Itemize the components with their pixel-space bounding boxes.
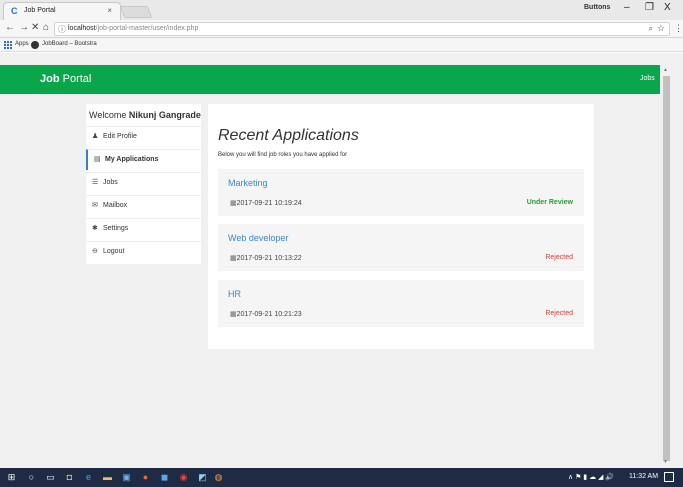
sidebar-item-label: Jobs	[103, 179, 118, 186]
windows-start-icon[interactable]: ⊞	[6, 472, 17, 483]
zoom-icon[interactable]: ⌕	[649, 24, 653, 34]
browser-tab-strip: C Job Portal × Buttons – ❐ X	[0, 0, 683, 20]
status-badge: Rejected	[545, 310, 573, 317]
browser-tab[interactable]: C Job Portal ×	[3, 2, 121, 20]
profile-sidebar: Welcome Nikunj Gangrade ♟ Edit Profile ▤…	[86, 104, 201, 264]
site-navbar: Job Portal Jobs	[0, 65, 660, 94]
loading-icon: C	[11, 6, 18, 16]
task-view-icon[interactable]: ▭	[45, 472, 56, 483]
gear-icon: ✱	[92, 225, 98, 232]
bookmark-favicon-icon	[31, 41, 39, 49]
sidebar-item-label: Edit Profile	[103, 133, 137, 140]
application-date: ▦2017-09-21 10:13:22	[230, 255, 302, 262]
bookmark-star-icon[interactable]: ☆	[657, 23, 665, 34]
th-list-icon: ☰	[92, 179, 99, 186]
sidebar-item-label: My Applications	[105, 156, 159, 163]
maximize-button[interactable]: ❐	[645, 2, 654, 13]
store-icon[interactable]: ◘	[64, 472, 75, 483]
calendar-icon: ▦	[230, 200, 237, 207]
sidebar-item-logout[interactable]: ⊖ Logout	[86, 241, 201, 262]
application-card: HR ▦2017-09-21 10:21:23 Rejected	[218, 280, 584, 327]
minimize-button[interactable]: –	[624, 2, 630, 13]
application-title-link[interactable]: HR	[228, 289, 241, 299]
status-badge: Rejected	[545, 254, 573, 261]
browser-menu-icon[interactable]: ⋮	[674, 23, 683, 34]
back-arrow-icon[interactable]: ←	[5, 22, 15, 33]
app-icon[interactable]: ▣	[121, 472, 132, 483]
sidebar-item-edit-profile[interactable]: ♟ Edit Profile	[86, 126, 201, 147]
bookmarks-bar: Apps JobBoard – Bootstra	[0, 38, 683, 52]
sidebar-item-label: Settings	[103, 225, 129, 232]
tab-title: Job Portal	[24, 7, 56, 14]
close-window-button[interactable]: X	[664, 2, 671, 13]
application-title-link[interactable]: Marketing	[228, 178, 268, 188]
edge-icon[interactable]: e	[83, 472, 94, 483]
clock[interactable]: 11:32 AM	[629, 473, 658, 480]
sidebar-item-settings[interactable]: ✱ Settings	[86, 218, 201, 239]
user-icon: ♟	[92, 133, 99, 140]
logout-icon: ⊖	[92, 248, 98, 255]
close-tab-icon[interactable]: ×	[107, 6, 112, 15]
scrollbar-thumb[interactable]	[663, 76, 670, 461]
application-card: Marketing ▦2017-09-21 10:19:24 Under Rev…	[218, 169, 584, 216]
forward-arrow-icon[interactable]: →	[19, 22, 29, 33]
recent-applications-panel: Recent Applications Below you will find …	[208, 104, 594, 349]
system-tray[interactable]: ∧ ⚑ ▮ ☁ ◢ 🔊	[568, 473, 614, 481]
page-viewport: Job Portal Jobs ▲ ▼ Welcome Nikunj Gangr…	[0, 53, 683, 468]
profile-name[interactable]: Buttons	[584, 4, 610, 11]
url-text: localhost/job-portal-master/user/index.p…	[68, 25, 199, 32]
apps-grid-icon[interactable]	[4, 41, 12, 49]
address-bar[interactable]: ⓘ localhost/job-portal-master/user/index…	[54, 22, 670, 36]
scroll-up-arrow-icon[interactable]: ▲	[663, 67, 668, 73]
bookmark-jobboard[interactable]: JobBoard – Bootstra	[42, 41, 97, 47]
app-icon[interactable]: ◉	[178, 472, 189, 483]
info-icon[interactable]: ⓘ	[58, 24, 66, 35]
welcome-text: Welcome Nikunj Gangrade	[89, 110, 201, 120]
sidebar-item-mailbox[interactable]: ✉ Mailbox	[86, 195, 201, 216]
application-title-link[interactable]: Web developer	[228, 233, 288, 243]
calendar-icon: ▦	[230, 255, 237, 262]
envelope-icon: ✉	[92, 202, 98, 209]
notification-icon[interactable]	[664, 472, 674, 482]
sidebar-item-jobs[interactable]: ☰ Jobs	[86, 172, 201, 193]
home-icon[interactable]: ⌂	[43, 22, 49, 33]
app-icon[interactable]: ◩	[197, 472, 208, 483]
brand-logo[interactable]: Job Portal	[40, 73, 91, 85]
bookmark-apps[interactable]: Apps	[15, 41, 29, 47]
sidebar-item-label: Logout	[103, 248, 125, 255]
calendar-icon: ▦	[230, 311, 237, 318]
stop-icon[interactable]: ✕	[31, 22, 39, 33]
browser-toolbar: ← → ✕ ⌂ ⓘ localhost/job-portal-master/us…	[0, 20, 683, 38]
application-card: Web developer ▦2017-09-21 10:13:22 Rejec…	[218, 224, 584, 271]
search-icon[interactable]: ○	[26, 472, 37, 483]
page-subtitle: Below you will find job roles you have a…	[218, 152, 348, 158]
sidebar-item-label: Mailbox	[103, 202, 128, 209]
file-explorer-icon[interactable]: ▬	[102, 472, 113, 483]
scroll-down-arrow-icon[interactable]: ▼	[663, 459, 668, 465]
app-icon[interactable]: ◼	[159, 472, 170, 483]
os-taskbar: ⊞ ○ ▭ ◘ e ▬ ▣ ● ◼ ◉ ◩ ◍ ∧ ⚑ ▮ ☁ ◢ 🔊 11:3…	[0, 468, 683, 487]
list-alt-icon: ▤	[94, 156, 101, 163]
new-tab-button[interactable]	[119, 6, 153, 18]
chrome-icon[interactable]: ◍	[213, 472, 224, 483]
nav-link-jobs[interactable]: Jobs	[640, 75, 655, 82]
sidebar-item-my-applications[interactable]: ▤ My Applications	[86, 149, 201, 170]
page-title: Recent Applications	[218, 127, 359, 144]
application-date: ▦2017-09-21 10:19:24	[230, 200, 302, 207]
app-icon[interactable]: ●	[140, 472, 151, 483]
application-date: ▦2017-09-21 10:21:23	[230, 311, 302, 318]
status-badge: Under Review	[526, 199, 573, 206]
